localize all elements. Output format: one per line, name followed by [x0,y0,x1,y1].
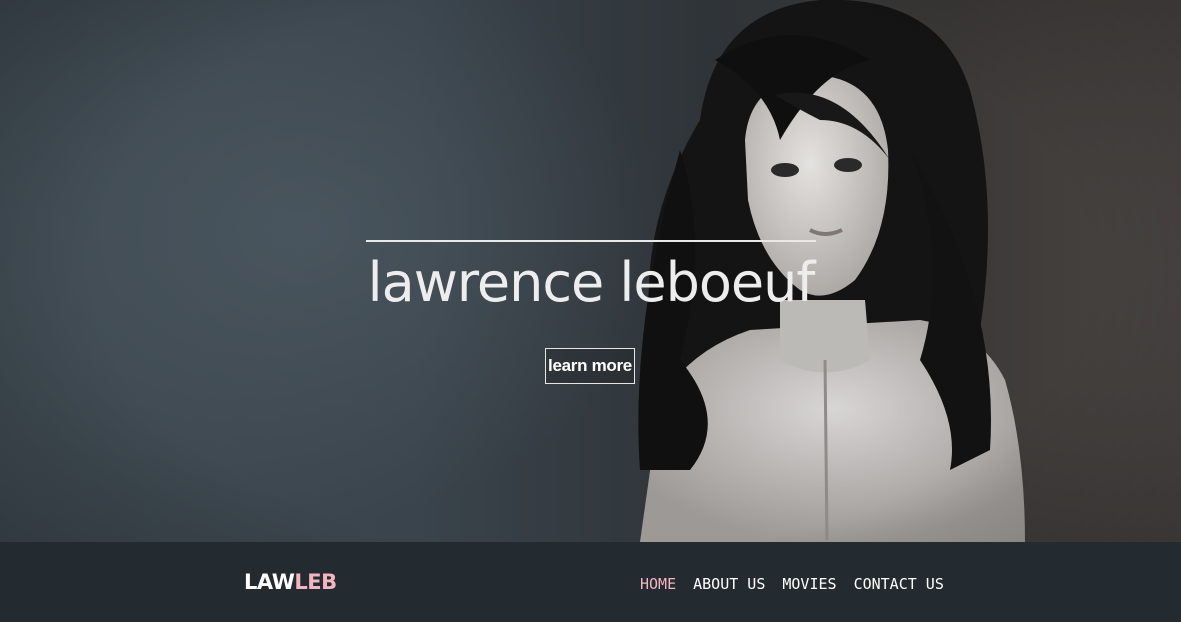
nav-item-movies[interactable]: MOVIES [782,575,836,593]
hero-title: lawrence leboeuf [367,251,816,314]
nav-item-about-us[interactable]: ABOUT US [693,575,765,593]
nav-item-contact-us[interactable]: CONTACT US [854,575,944,593]
hero-banner: lawrence leboeuf learn more [0,0,1181,542]
nav-links: HOME ABOUT US MOVIES CONTACT US [640,575,944,593]
brand-logo-part-2: LEB [294,570,337,594]
footer-navbar: LAWLEB HOME ABOUT US MOVIES CONTACT US [0,542,1181,622]
brand-logo-part-1: LAW [244,570,295,594]
title-divider-line [366,240,816,242]
nav-item-home[interactable]: HOME [640,575,676,593]
learn-more-button[interactable]: learn more [545,348,635,384]
brand-logo[interactable]: LAWLEB [244,570,337,594]
